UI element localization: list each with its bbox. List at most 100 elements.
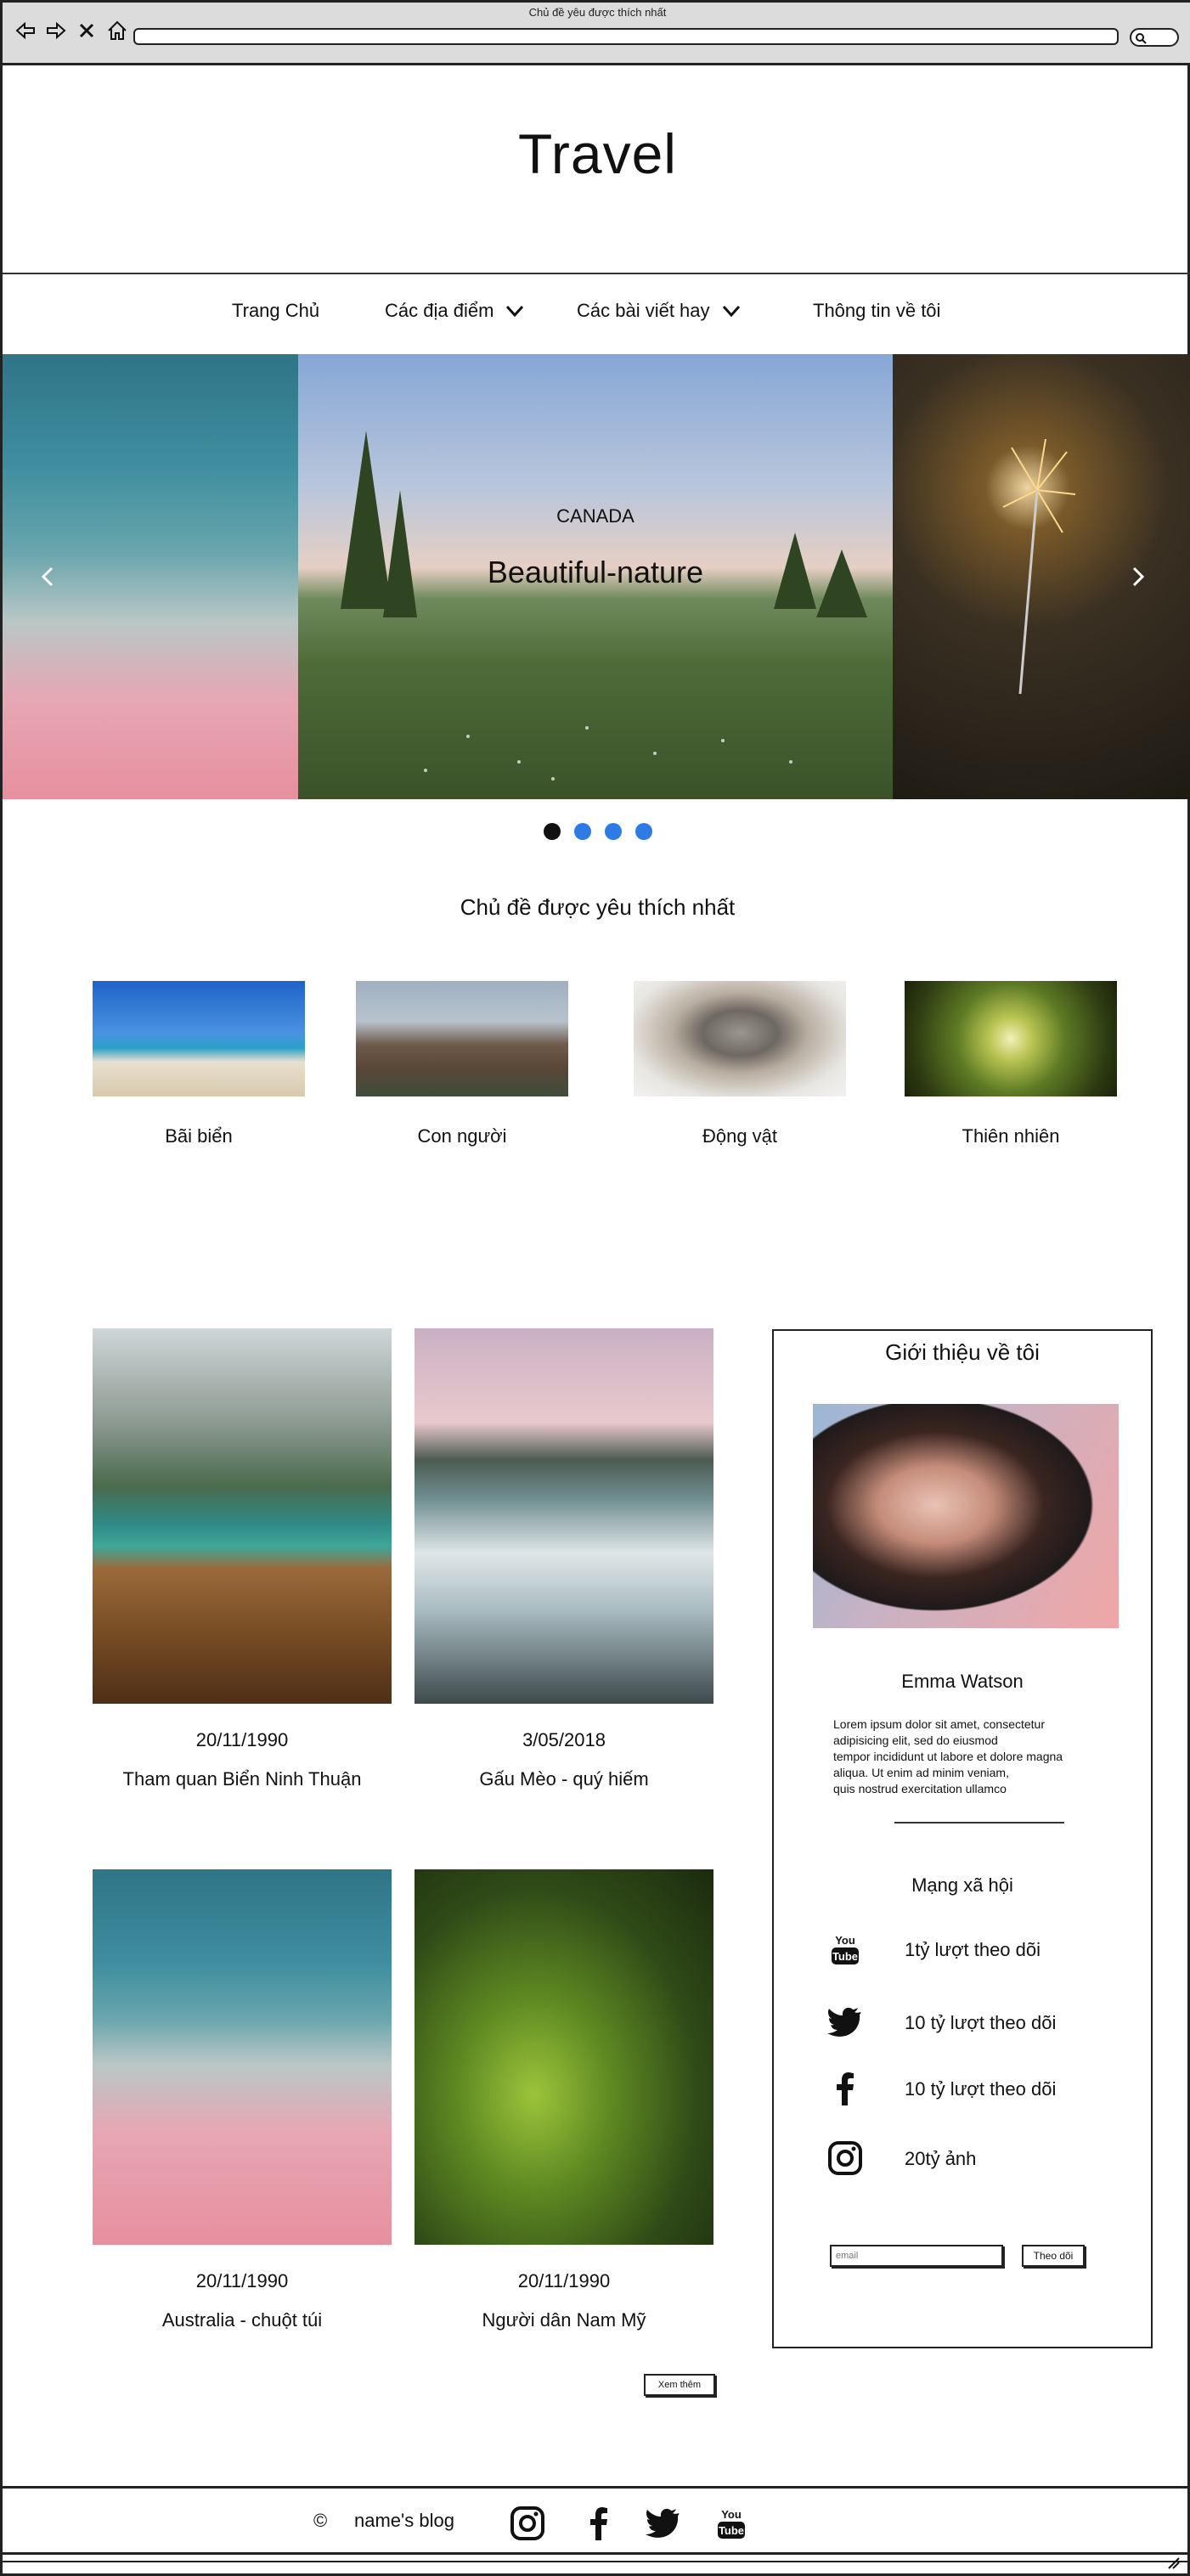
chevron-down-icon bbox=[506, 305, 524, 317]
back-arrow-icon[interactable] bbox=[14, 20, 37, 42]
post-title: Australia - chuột túi bbox=[161, 2309, 323, 2331]
post-title: Người dân Nam Mỹ bbox=[482, 2309, 646, 2331]
profile-photo bbox=[813, 1404, 1119, 1628]
slider-next-arrow-icon[interactable] bbox=[1125, 565, 1149, 589]
home-icon[interactable] bbox=[106, 20, 128, 42]
sidebar-divider bbox=[894, 1822, 1064, 1823]
topic-image bbox=[356, 981, 568, 1096]
post-card[interactable]: 20/11/1990 Tham quan Biển Ninh Thuận bbox=[93, 1328, 392, 1790]
bio-line: tempor incididunt ut labore et dolore ma… bbox=[833, 1750, 1063, 1763]
post-image bbox=[415, 1328, 713, 1704]
browser-search[interactable] bbox=[1130, 28, 1179, 47]
email-field[interactable] bbox=[830, 2245, 1003, 2267]
resize-handle-icon[interactable] bbox=[1165, 2555, 1181, 2570]
slide-caption-title: Beautiful-nature bbox=[487, 555, 704, 589]
social-count: 10 tỷ lượt theo dõi bbox=[905, 2078, 1057, 2100]
profile-name: Emma Watson bbox=[901, 1671, 1024, 1692]
topic-card-nature[interactable]: Thiên nhiên bbox=[905, 981, 1117, 1147]
instagram-icon[interactable] bbox=[509, 2505, 546, 2542]
post-date: 20/11/1990 bbox=[195, 1729, 289, 1750]
browser-nav bbox=[14, 20, 128, 42]
topic-image bbox=[93, 981, 305, 1096]
follow-button[interactable]: Theo dõi bbox=[1022, 2245, 1085, 2267]
site-title: Travel bbox=[518, 122, 677, 185]
youtube-icon: You Tube bbox=[832, 1934, 859, 1964]
load-more-button[interactable]: Xem thêm bbox=[644, 2374, 715, 2396]
bio-line: adipisicing elit, sed do eiusmod bbox=[833, 1733, 998, 1747]
slider-dot[interactable] bbox=[634, 823, 652, 840]
footer-divider bbox=[3, 2486, 1190, 2489]
url-bar[interactable] bbox=[133, 28, 1119, 45]
slider-pagination bbox=[3, 823, 1190, 840]
social-count: 10 tỷ lượt theo dõi bbox=[905, 2012, 1057, 2033]
window-bottom-border bbox=[3, 2552, 1190, 2555]
facebook-icon[interactable] bbox=[580, 2505, 618, 2542]
post-image bbox=[93, 1869, 392, 2245]
bio-line: quis nostrud exercitation ullamco bbox=[833, 1782, 1007, 1795]
post-card[interactable]: 3/05/2018 Gấu Mèo - quý hiếm bbox=[415, 1328, 713, 1790]
browser-window: Chủ đề yêu được thích nhất Travel Trang … bbox=[0, 0, 1190, 2576]
post-card[interactable]: 20/11/1990 Người dân Nam Mỹ bbox=[415, 1869, 713, 2331]
main-menu: Trang Chủ Các địa điểm Các bài viết hay … bbox=[3, 300, 1190, 330]
social-row-twitter[interactable]: 10 tỷ lượt theo dõi bbox=[826, 2004, 1132, 2043]
menu-item-label: Thông tin về tôi bbox=[813, 300, 941, 321]
social-row-instagram[interactable]: 20tỷ ảnh bbox=[826, 2139, 1132, 2179]
footer: © name's blog You Tube bbox=[3, 2500, 1190, 2544]
menu-item-places[interactable]: Các địa điểm bbox=[385, 300, 524, 322]
hero-slider: CANADA Beautiful-nature bbox=[3, 354, 1190, 799]
post-date: 20/11/1990 bbox=[195, 2270, 289, 2291]
twitter-icon[interactable] bbox=[645, 2505, 682, 2542]
topic-label: Động vật bbox=[702, 1125, 778, 1147]
menu-item-label: Trang Chủ bbox=[232, 300, 320, 321]
menu-item-home[interactable]: Trang Chủ bbox=[232, 300, 319, 322]
topic-card-animals[interactable]: Động vật bbox=[634, 981, 846, 1147]
post-card[interactable]: 20/11/1990 Australia - chuột túi bbox=[93, 1869, 392, 2331]
svg-text:Tube: Tube bbox=[719, 2524, 744, 2537]
post-image bbox=[415, 1869, 713, 2245]
slider-dot[interactable] bbox=[573, 823, 591, 840]
close-icon[interactable] bbox=[76, 20, 98, 42]
svg-text:You: You bbox=[835, 1934, 855, 1947]
post-date: 3/05/2018 bbox=[522, 1729, 606, 1750]
post-title: Tham quan Biển Ninh Thuận bbox=[122, 1768, 362, 1790]
social-count: 20tỷ ảnh bbox=[905, 2148, 977, 2169]
search-icon bbox=[1136, 33, 1147, 44]
twitter-icon bbox=[827, 2007, 861, 2037]
topic-image bbox=[905, 981, 1117, 1096]
topic-card-beach[interactable]: Bãi biển bbox=[93, 981, 305, 1147]
social-row-youtube[interactable]: You Tube 1tỷ lượt theo dõi bbox=[826, 1931, 1132, 1970]
header-divider bbox=[3, 273, 1190, 274]
post-title: Gấu Mèo - quý hiếm bbox=[479, 1768, 649, 1790]
youtube-icon[interactable]: You Tube bbox=[713, 2505, 750, 2542]
facebook-icon bbox=[837, 2072, 854, 2105]
slide-caption-location: CANADA bbox=[556, 505, 634, 527]
svg-text:Tube: Tube bbox=[832, 1950, 858, 1963]
social-count: 1tỷ lượt theo dõi bbox=[905, 1939, 1041, 1960]
slider-prev-arrow-icon[interactable] bbox=[37, 565, 60, 589]
post-image bbox=[93, 1328, 392, 1704]
slider-dot[interactable] bbox=[604, 823, 622, 840]
menu-item-posts[interactable]: Các bài viết hay bbox=[577, 300, 741, 322]
social-row-facebook[interactable]: 10 tỷ lượt theo dõi bbox=[826, 2070, 1132, 2109]
topic-image bbox=[634, 981, 846, 1096]
svg-text:You: You bbox=[721, 2508, 742, 2521]
chevron-down-icon bbox=[722, 305, 740, 317]
post-date: 20/11/1990 bbox=[517, 2270, 611, 2291]
topic-label: Con người bbox=[417, 1125, 507, 1147]
forward-arrow-icon[interactable] bbox=[45, 20, 67, 42]
slider-dot[interactable] bbox=[543, 823, 561, 840]
topics-title: Chủ đề được yêu thích nhất bbox=[460, 894, 736, 920]
bio-line: aliqua. Ut enim ad minim veniam, bbox=[833, 1766, 1009, 1779]
browser-chrome: Chủ đề yêu được thích nhất bbox=[3, 3, 1190, 65]
menu-item-label: Các địa điểm bbox=[385, 300, 494, 321]
menu-item-label: Các bài viết hay bbox=[577, 300, 710, 321]
browser-title: Chủ đề yêu được thích nhất bbox=[528, 6, 667, 19]
topic-card-people[interactable]: Con người bbox=[356, 981, 568, 1147]
footer-blog-name: name's blog bbox=[354, 2510, 454, 2531]
window-bottom-border bbox=[3, 2561, 1190, 2562]
menu-item-about[interactable]: Thông tin về tôi bbox=[813, 300, 940, 322]
instagram-icon bbox=[828, 2141, 862, 2175]
about-sidebar: Giới thiệu về tôi Emma Watson Lorem ipsu… bbox=[772, 1329, 1153, 2348]
social-title: Mạng xã hội bbox=[911, 1874, 1013, 1896]
bio-line: Lorem ipsum dolor sit amet, consectetur bbox=[833, 1717, 1045, 1731]
